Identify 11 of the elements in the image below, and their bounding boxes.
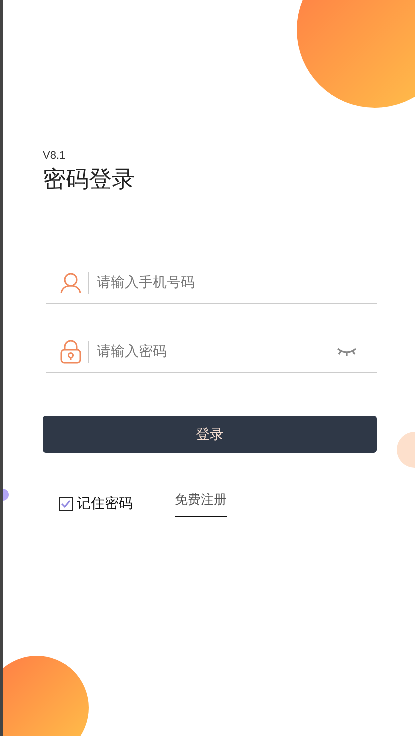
password-field[interactable]: 请输入密码 xyxy=(95,343,331,361)
login-button[interactable]: 登录 xyxy=(43,416,377,453)
version-label: V8.1 xyxy=(43,150,67,162)
remember-checkbox[interactable] xyxy=(59,497,73,511)
register-link[interactable]: 免费注册 xyxy=(175,491,227,517)
closed-eye-icon[interactable] xyxy=(337,348,357,356)
remember-label: 记住密码 xyxy=(77,495,133,513)
person-icon xyxy=(60,272,82,294)
page-title: 密码登录 xyxy=(43,166,136,195)
lock-icon xyxy=(60,340,82,364)
phone-field[interactable]: 请输入手机号码 xyxy=(95,274,377,292)
